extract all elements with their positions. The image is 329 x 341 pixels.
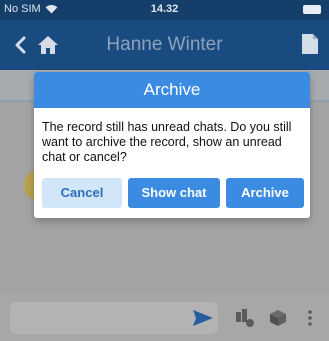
archive-dialog: Archive The record still has unread chat… [34, 72, 310, 218]
dialog-title: Archive [34, 72, 310, 108]
battery-icon [303, 5, 321, 14]
page-title: Hanne Winter [106, 34, 223, 55]
dialog-message: The record still has unread chats. Do yo… [42, 120, 292, 164]
puzzle-tool-icon[interactable] [234, 308, 256, 328]
cancel-button[interactable]: Cancel [42, 178, 122, 208]
dialog-button-row: Cancel Show chat Archive [42, 178, 304, 208]
bottom-toolbar [0, 294, 329, 341]
cube-icon[interactable] [268, 308, 288, 328]
document-icon[interactable] [301, 33, 319, 55]
send-icon[interactable] [192, 308, 214, 328]
app-header: Hanne Winter [0, 20, 329, 70]
show-chat-button[interactable]: Show chat [128, 178, 220, 208]
status-bar: No SIM 14.32 [0, 0, 329, 20]
more-vertical-icon[interactable] [304, 308, 316, 328]
archive-button[interactable]: Archive [226, 178, 304, 208]
message-input[interactable] [10, 302, 218, 334]
status-time: 14.32 [150, 3, 179, 15]
